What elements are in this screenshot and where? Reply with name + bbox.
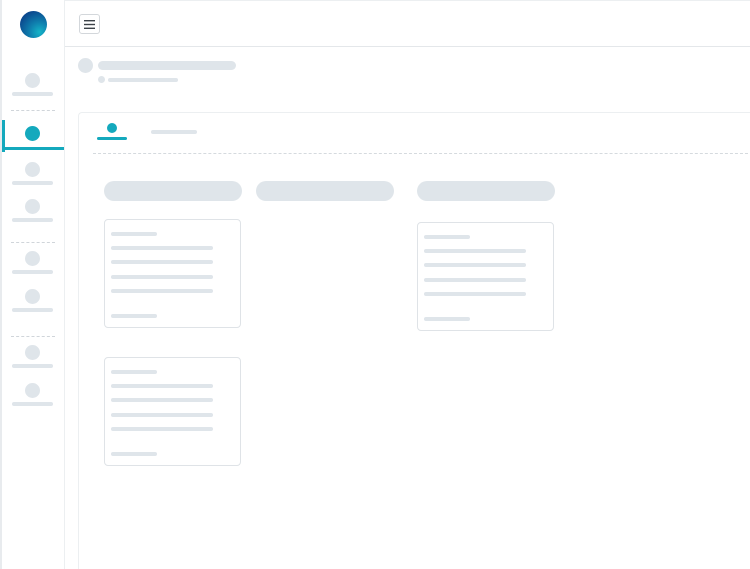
sidebar-item-7[interactable] [2,345,64,377]
tab-active-underline [97,137,127,140]
sidebar-item-1[interactable] [2,73,64,105]
sidebar-separator [11,110,55,111]
sidebar-item-active-underline [2,147,64,150]
sidebar-item-icon-placeholder [25,73,40,88]
card-footer-placeholder [111,314,157,318]
card-line-placeholder [111,398,213,402]
hamburger-icon [84,19,95,29]
sidebar-item-3[interactable] [2,162,64,194]
card-line-placeholder [111,246,213,250]
sidebar-item-6[interactable] [2,289,64,321]
tab-label-placeholder [151,130,197,134]
card-title-placeholder [424,235,470,239]
sidebar-item-icon-placeholder [25,251,40,266]
column-header-placeholder [256,181,394,201]
sidebar-item-icon-placeholder [25,383,40,398]
sidebar-item-icon-placeholder [25,126,40,141]
top-bar [65,0,750,47]
card-line-placeholder [111,289,213,293]
sidebar [2,0,65,569]
sidebar-item-label-placeholder [12,364,53,368]
card-placeholder[interactable] [104,219,241,328]
sidebar-item-label-placeholder [12,92,53,96]
tab-separator [93,153,750,154]
card-title-placeholder [111,370,157,374]
card-line-placeholder [424,278,526,282]
tab-inactive[interactable] [151,125,199,139]
card-line-placeholder [111,260,213,264]
card-line-placeholder [111,427,213,431]
card-title-placeholder [111,232,157,236]
brand-logo[interactable] [20,11,47,38]
sidebar-item-label-placeholder [12,308,53,312]
sidebar-item-label-placeholder [12,402,53,406]
sidebar-separator [11,242,55,243]
column-header-placeholder [417,181,555,201]
sidebar-item-label-placeholder [12,218,53,222]
card-footer-placeholder [111,452,157,456]
tab-active[interactable] [97,121,129,143]
card-placeholder[interactable] [104,357,241,466]
card-line-placeholder [111,384,213,388]
page-avatar-placeholder [78,58,93,73]
sidebar-item-label-placeholder [12,181,53,185]
sidebar-item-label-placeholder [12,270,53,274]
sidebar-item-icon-placeholder [25,289,40,304]
column-header-placeholder [104,181,242,201]
card-line-placeholder [424,263,526,267]
sidebar-separator [11,336,55,337]
breadcrumb-placeholder [108,78,178,82]
sidebar-item-icon-placeholder [25,345,40,360]
sidebar-item-2-active[interactable] [2,126,64,158]
page-title-placeholder [98,61,236,70]
card-line-placeholder [111,413,213,417]
menu-toggle-button[interactable] [79,14,100,34]
tab-icon-placeholder [107,123,117,133]
card-footer-placeholder [424,317,470,321]
card-line-placeholder [424,292,526,296]
sidebar-item-8[interactable] [2,383,64,415]
sidebar-item-icon-placeholder [25,199,40,214]
sidebar-item-4[interactable] [2,199,64,231]
card-line-placeholder [424,249,526,253]
card-placeholder[interactable] [417,222,554,331]
sidebar-item-icon-placeholder [25,162,40,177]
card-line-placeholder [111,275,213,279]
breadcrumb-icon-placeholder [98,76,105,83]
sidebar-item-5[interactable] [2,251,64,283]
